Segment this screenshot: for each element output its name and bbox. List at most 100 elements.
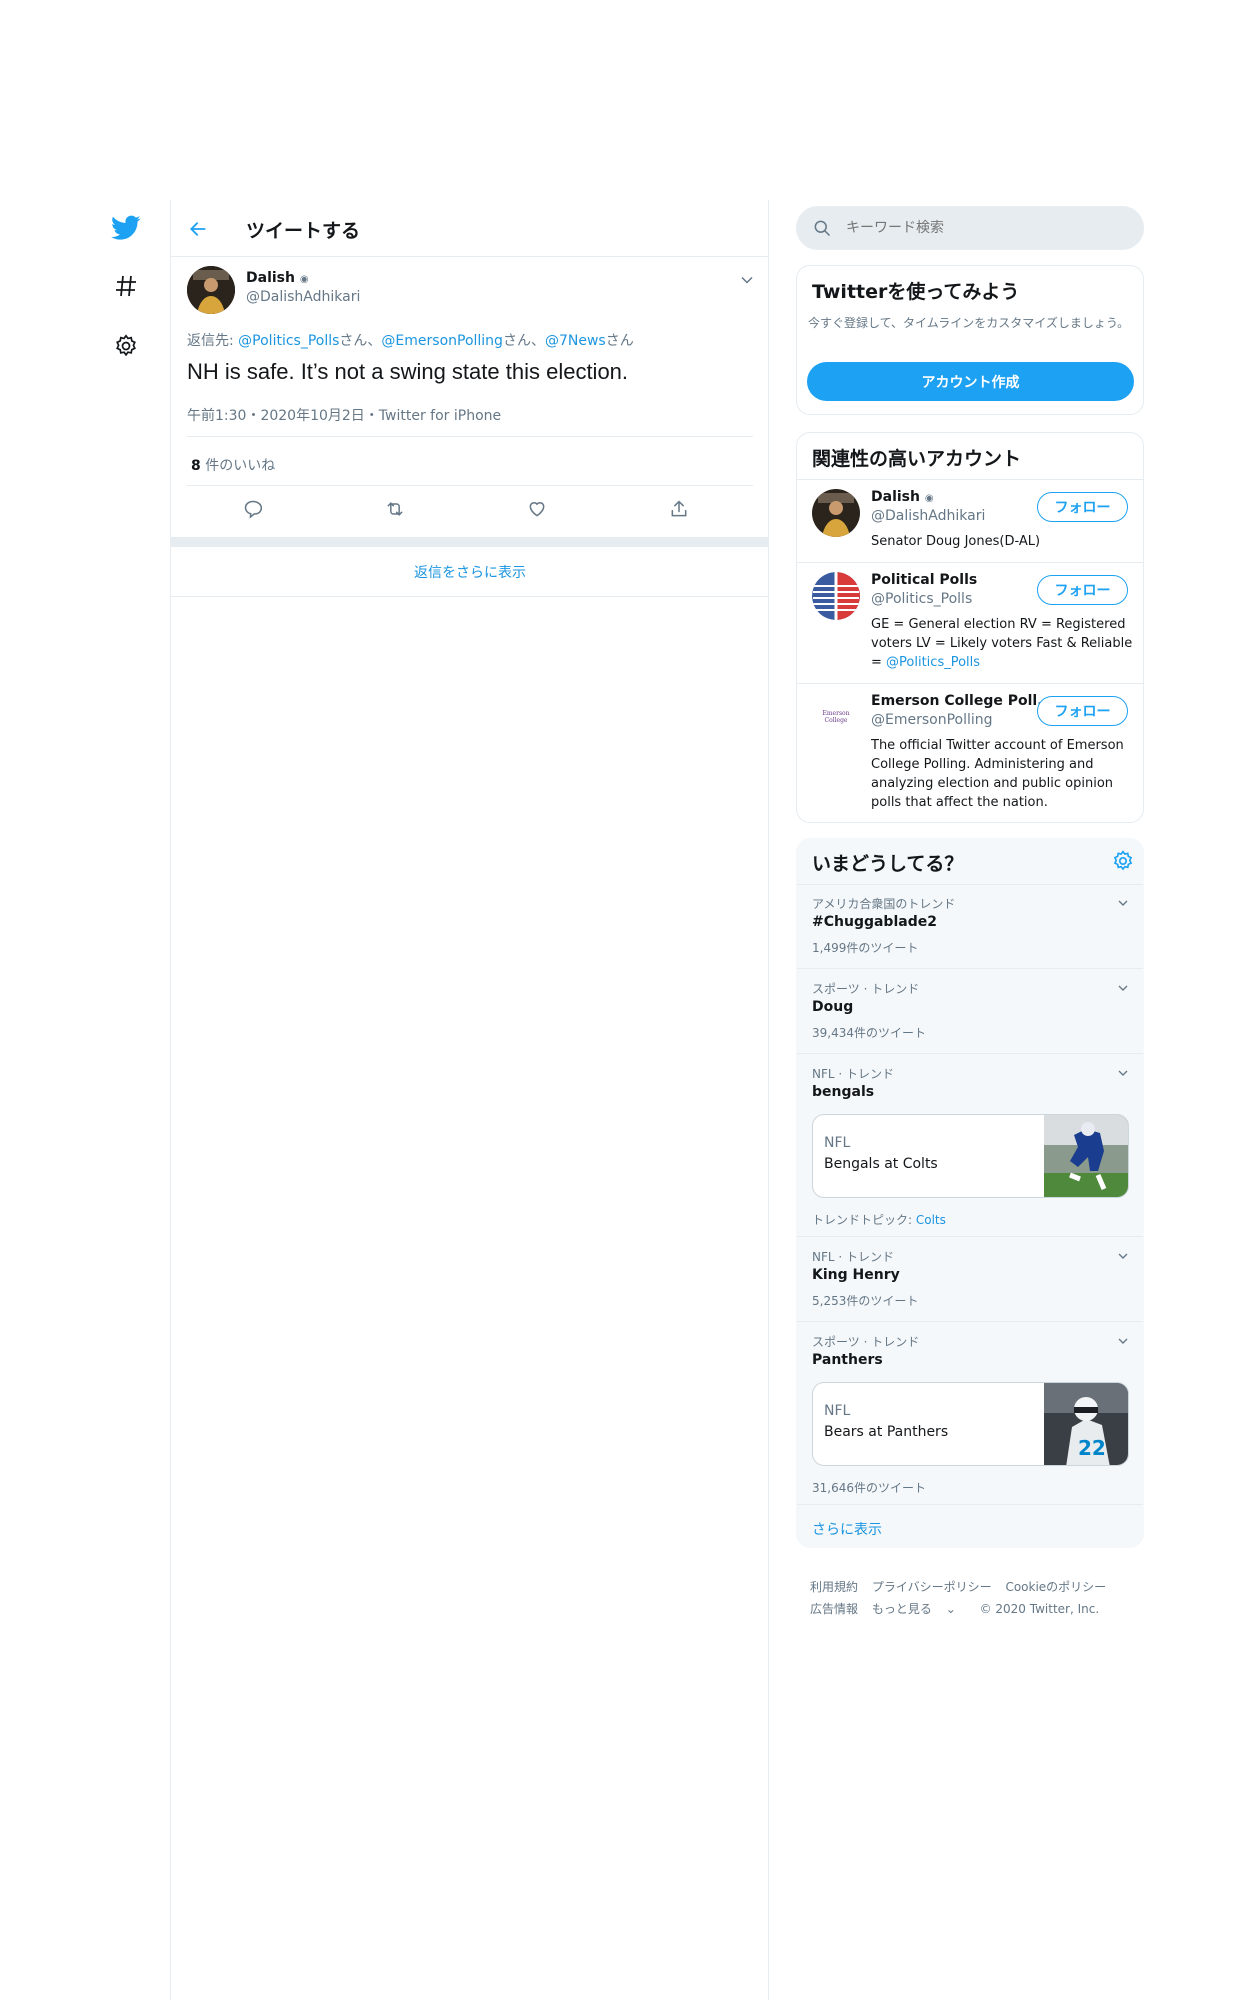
trend-item[interactable]: スポーツ · トレンド Panthers NFL Bears at Panthe…	[797, 1321, 1143, 1504]
chevron-down-icon[interactable]	[1115, 1248, 1131, 1264]
more-link[interactable]: もっと見る ⌄	[872, 1602, 966, 1616]
twitter-bird-icon[interactable]	[108, 210, 144, 246]
chevron-down-icon[interactable]	[1115, 895, 1131, 911]
signup-title: Twitterを使ってみよう	[812, 281, 1020, 303]
trend-category: NFL · トレンド	[812, 1067, 895, 1081]
privacy-link[interactable]: プライバシーポリシー	[872, 1580, 992, 1594]
related-accounts-title: 関連性の高いアカウント	[812, 448, 1022, 470]
retweet-icon[interactable]	[383, 497, 407, 521]
chevron-down-icon[interactable]	[1115, 1065, 1131, 1081]
hashtag-icon[interactable]	[108, 268, 144, 304]
search-box[interactable]	[796, 206, 1144, 250]
account-bio: The official Twitter account of Emerson …	[871, 738, 1124, 810]
trend-item[interactable]: NFL · トレンド bengals NFL Bengals at Colts …	[797, 1053, 1143, 1236]
mention-link[interactable]: @EmersonPolling	[381, 333, 503, 349]
copyright: © 2020 Twitter, Inc.	[979, 1602, 1100, 1616]
related-accounts-card: 関連性の高いアカウント Dalish ◉ @DalishAdhikari Sen…	[796, 432, 1144, 823]
account-handle[interactable]: @Politics_Polls	[871, 591, 972, 607]
avatar[interactable]: Emerson College	[812, 693, 860, 741]
terms-link[interactable]: 利用規約	[810, 1580, 858, 1594]
search-icon	[812, 218, 832, 242]
mention-link[interactable]: @7News	[545, 333, 606, 349]
like-icon[interactable]	[525, 497, 549, 521]
account-handle[interactable]: @DalishAdhikari	[871, 508, 985, 524]
mention-link[interactable]: @Politics_Polls	[238, 333, 339, 349]
reply-icon[interactable]	[241, 497, 265, 521]
event-title: Bears at Panthers	[824, 1424, 949, 1440]
footer-links: 利用規約 プライバシーポリシー Cookieのポリシー	[810, 1578, 1116, 1595]
event-title: Bengals at Colts	[824, 1156, 938, 1172]
trend-category: NFL · トレンド	[812, 1250, 895, 1264]
follow-button[interactable]: フォロー	[1037, 575, 1128, 605]
back-arrow-icon[interactable]	[183, 214, 213, 244]
page-header: ツイートする	[171, 200, 769, 257]
svg-text:22: 22	[1078, 1436, 1106, 1460]
account-item[interactable]: Dalish ◉ @DalishAdhikari Senator Doug Jo…	[797, 479, 1143, 562]
signup-description: 今すぐ登録して、タイムラインをカスタマイズしましょう。	[808, 316, 1130, 330]
avatar[interactable]	[812, 572, 860, 620]
search-input[interactable]	[846, 206, 1126, 250]
reply-to-line: 返信先: @Politics_Pollsさん、@EmersonPollingさん…	[187, 333, 634, 349]
chevron-down-icon: ⌄	[945, 1602, 956, 1616]
account-name[interactable]: Dalish ◉	[871, 489, 934, 505]
account-handle[interactable]: @EmersonPolling	[871, 712, 993, 728]
chevron-down-icon[interactable]	[737, 270, 757, 290]
trends-card: いまどうしてる？ アメリカ合衆国のトレンド #Chuggablade2 1,49…	[796, 838, 1144, 1548]
tweet-timestamp[interactable]: 午前1:30・2020年10月2日・Twitter for iPhone	[187, 405, 501, 425]
tweet-text: NH is safe. It’s not a swing state this …	[187, 359, 629, 384]
trend-count: 5,253件のツイート	[812, 1294, 919, 1308]
event-card[interactable]: NFL Bengals at Colts	[812, 1114, 1129, 1198]
trend-count: 31,646件のツイート	[812, 1481, 926, 1495]
account-item[interactable]: Emerson College Emerson College Poll... …	[797, 683, 1143, 822]
event-thumbnail	[1044, 1115, 1128, 1197]
bio-mention-link[interactable]: @Politics_Polls	[886, 655, 980, 670]
follow-button[interactable]: フォロー	[1037, 492, 1128, 522]
account-name[interactable]: Political Polls	[871, 572, 977, 588]
trend-count: 39,434件のツイート	[812, 1026, 926, 1040]
like-count[interactable]: 8 件のいいね	[191, 455, 275, 475]
ads-info-link[interactable]: 広告情報	[810, 1602, 858, 1616]
follow-button[interactable]: フォロー	[1037, 696, 1128, 726]
trend-category: スポーツ · トレンド	[812, 982, 920, 996]
show-more-row[interactable]: さらに表示	[797, 1504, 1143, 1547]
tweet-detail-column: ツイートする Dalish ◉ @DalishAdhikari 返信先: @Po…	[170, 200, 769, 2000]
event-category: NFL	[824, 1135, 851, 1151]
trend-category: アメリカ合衆国のトレンド	[812, 897, 956, 911]
account-bio: GE = General election RV = Registered vo…	[871, 617, 1133, 670]
avatar[interactable]	[812, 489, 860, 537]
show-more-replies-link[interactable]: 返信をさらに表示	[171, 547, 769, 597]
trend-name: Doug	[812, 999, 854, 1015]
divider	[187, 485, 753, 486]
author-handle[interactable]: @DalishAdhikari	[246, 289, 360, 305]
create-account-button[interactable]: アカウント作成	[807, 362, 1134, 401]
gear-icon[interactable]	[108, 328, 144, 364]
protected-icon: ◉	[299, 274, 309, 285]
account-bio: Senator Doug Jones(D-AL)	[871, 534, 1041, 549]
trend-name: bengals	[812, 1084, 875, 1100]
account-item[interactable]: Political Polls @Politics_Polls GE = Gen…	[797, 562, 1143, 683]
section-separator	[171, 537, 769, 547]
trend-item[interactable]: スポーツ · トレンド Doug 39,434件のツイート	[797, 968, 1143, 1053]
footer-links: 広告情報 もっと見る ⌄ © 2020 Twitter, Inc.	[810, 1600, 1109, 1617]
cookie-policy-link[interactable]: Cookieのポリシー	[1005, 1580, 1106, 1594]
topic-link[interactable]: Colts	[916, 1213, 946, 1227]
divider	[187, 436, 753, 437]
author-name[interactable]: Dalish ◉	[246, 270, 309, 286]
page-title: ツイートする	[246, 220, 361, 242]
share-icon[interactable]	[667, 497, 691, 521]
event-card[interactable]: NFL Bears at Panthers 22	[812, 1382, 1129, 1466]
chevron-down-icon[interactable]	[1115, 980, 1131, 996]
trend-name: Panthers	[812, 1352, 883, 1368]
trend-item[interactable]: NFL · トレンド King Henry 5,253件のツイート	[797, 1236, 1143, 1321]
trend-category: スポーツ · トレンド	[812, 1335, 920, 1349]
protected-icon: ◉	[924, 493, 934, 504]
trending-topic: トレンドトピック: Colts	[812, 1213, 946, 1227]
trends-title: いまどうしてる？	[812, 853, 964, 875]
chevron-down-icon[interactable]	[1115, 1333, 1131, 1349]
trends-settings-gear-icon[interactable]	[1112, 850, 1134, 876]
account-name[interactable]: Emerson College Poll...	[871, 693, 1053, 709]
show-more-link[interactable]: さらに表示	[812, 1519, 882, 1539]
avatar[interactable]	[187, 266, 235, 314]
trend-name: #Chuggablade2	[812, 914, 937, 930]
trend-item[interactable]: アメリカ合衆国のトレンド #Chuggablade2 1,499件のツイート	[797, 884, 1143, 968]
